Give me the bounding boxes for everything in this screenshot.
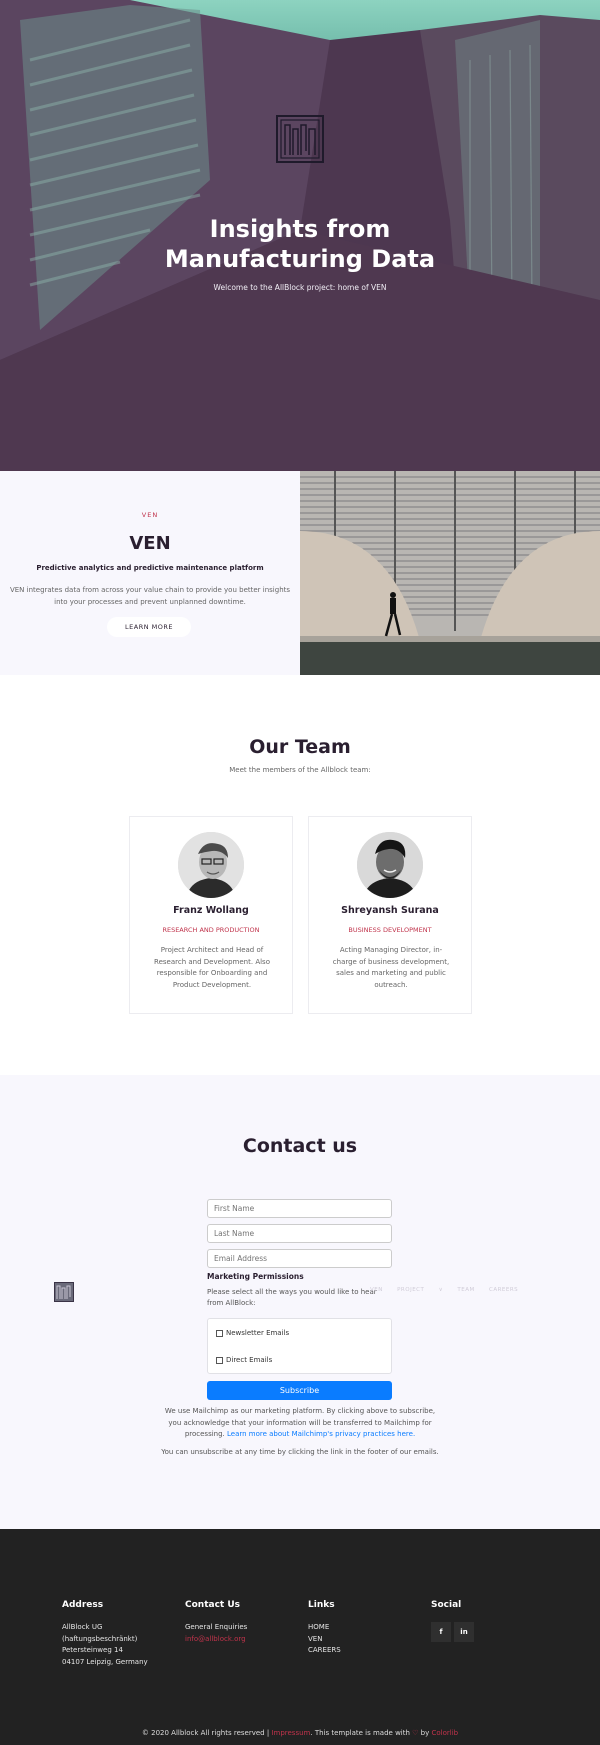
general-enquiries: General Enquiries: [185, 1623, 248, 1631]
hero-title-line1: Insights from: [209, 215, 391, 243]
member-role: BUSINESS DEVELOPMENT: [348, 926, 432, 934]
footer-link-home[interactable]: HOME: [308, 1622, 341, 1634]
marketing-permissions-title: Marketing Permissions: [207, 1272, 304, 1281]
ven-eyebrow: VEN: [141, 511, 159, 519]
ven-description: VEN integrates data from across your val…: [9, 586, 291, 606]
ven-section: VEN VEN Predictive analytics and predict…: [0, 471, 300, 675]
imprint-link[interactable]: Impressum: [271, 1729, 310, 1737]
linkedin-icon[interactable]: in: [454, 1622, 474, 1642]
address-line: AllBlock UG: [62, 1623, 103, 1631]
heart-icon: ♡: [412, 1729, 419, 1737]
address-line: (haftungsbeschränkt): [62, 1634, 138, 1643]
team-subtitle: Meet the members of the Allblock team:: [229, 766, 371, 774]
team-card: Franz Wollang RESEARCH AND PRODUCTION Pr…: [129, 816, 293, 1014]
last-name-input[interactable]: [207, 1224, 392, 1243]
member-bio: Project Architect and Head of Research a…: [154, 946, 270, 989]
address-line: 04107 Leipzig, Germany: [62, 1657, 148, 1666]
hero-title: Insights from Manufacturing Data: [0, 214, 600, 274]
member-name: Shreyansh Surana: [341, 905, 439, 916]
permissions-options: Newsletter Emails Direct Emails: [207, 1318, 392, 1374]
links-title: Links: [308, 1600, 335, 1610]
avatar: [178, 832, 244, 898]
facebook-icon[interactable]: f: [431, 1622, 451, 1642]
address-title: Address: [62, 1600, 104, 1610]
footer-link-careers[interactable]: CAREERS: [308, 1645, 341, 1657]
by-text: by: [420, 1729, 430, 1737]
team-title: Our Team: [249, 736, 351, 758]
footer-social: Social f in: [431, 1600, 474, 1642]
learn-more-button[interactable]: LEARN MORE: [107, 617, 191, 637]
contact-title: Contact us: [242, 1135, 358, 1157]
copyright: © 2020 Allblock All rights reserved | Im…: [141, 1729, 459, 1737]
marketing-permissions-text: Please select all the ways you would lik…: [207, 1288, 377, 1307]
contact-section: Contact us Marketing Permissions Please …: [0, 1075, 600, 1529]
address-line: Petersteinweg 14: [62, 1646, 123, 1654]
direct-emails-checkbox[interactable]: Direct Emails: [216, 1356, 272, 1364]
hero-section: Insights from Manufacturing Data Welcome…: [0, 0, 600, 471]
team-card: Shreyansh Surana BUSINESS DEVELOPMENT Ac…: [308, 816, 472, 1014]
contact-email-link[interactable]: info@allblock.org: [185, 1634, 247, 1646]
unsubscribe-text: You can unsubscribe at any time by click…: [161, 1448, 439, 1456]
mailchimp-legal-text: We use Mailchimp as our marketing platfo…: [160, 1406, 440, 1441]
footer-contact: Contact Us General Enquiries info@allblo…: [185, 1600, 247, 1645]
checkbox-icon[interactable]: [216, 1329, 223, 1337]
template-credit: This template is made with: [314, 1729, 410, 1737]
avatar: [357, 832, 423, 898]
footer-address: Address AllBlock UG (haftungsbeschränkt)…: [62, 1600, 148, 1668]
ven-title: VEN: [129, 533, 171, 554]
direct-emails-label: Direct Emails: [226, 1356, 273, 1364]
email-input[interactable]: [207, 1249, 392, 1268]
ven-tagline: Predictive analytics and predictive main…: [36, 564, 264, 572]
first-name-input[interactable]: [207, 1199, 392, 1218]
hero-title-line2: Manufacturing Data: [164, 245, 436, 273]
newsletter-label: Newsletter Emails: [226, 1329, 290, 1337]
footer-link-ven[interactable]: VEN: [308, 1634, 341, 1646]
checkbox-icon[interactable]: [216, 1356, 223, 1364]
newsletter-checkbox[interactable]: Newsletter Emails: [216, 1329, 289, 1337]
copyright-text: © 2020 Allblock All rights reserved |: [141, 1729, 270, 1737]
ven-image: [300, 471, 600, 675]
privacy-link[interactable]: Learn more about Mailchimp's privacy pra…: [227, 1430, 415, 1438]
footer: Address AllBlock UG (haftungsbeschränkt)…: [0, 1529, 600, 1745]
footer-links: Links HOME VEN CAREERS: [308, 1600, 341, 1657]
floating-logo-icon[interactable]: [54, 1282, 74, 1302]
hero-subtitle: Welcome to the AllBlock project: home of…: [213, 283, 387, 292]
subscribe-button[interactable]: Subscribe: [207, 1381, 392, 1400]
colorlib-link[interactable]: Colorlib: [432, 1729, 459, 1737]
member-name: Franz Wollang: [173, 905, 249, 916]
member-role: RESEARCH AND PRODUCTION: [162, 926, 260, 934]
allblock-logo[interactable]: [276, 115, 324, 163]
member-bio: Acting Managing Director, in-charge of b…: [332, 946, 450, 989]
contact-us-title: Contact Us: [185, 1600, 241, 1610]
social-title: Social: [431, 1600, 462, 1610]
ghost-navigation[interactable]: VEN PROJECT ∨ TEAM CAREERS: [370, 1287, 518, 1293]
